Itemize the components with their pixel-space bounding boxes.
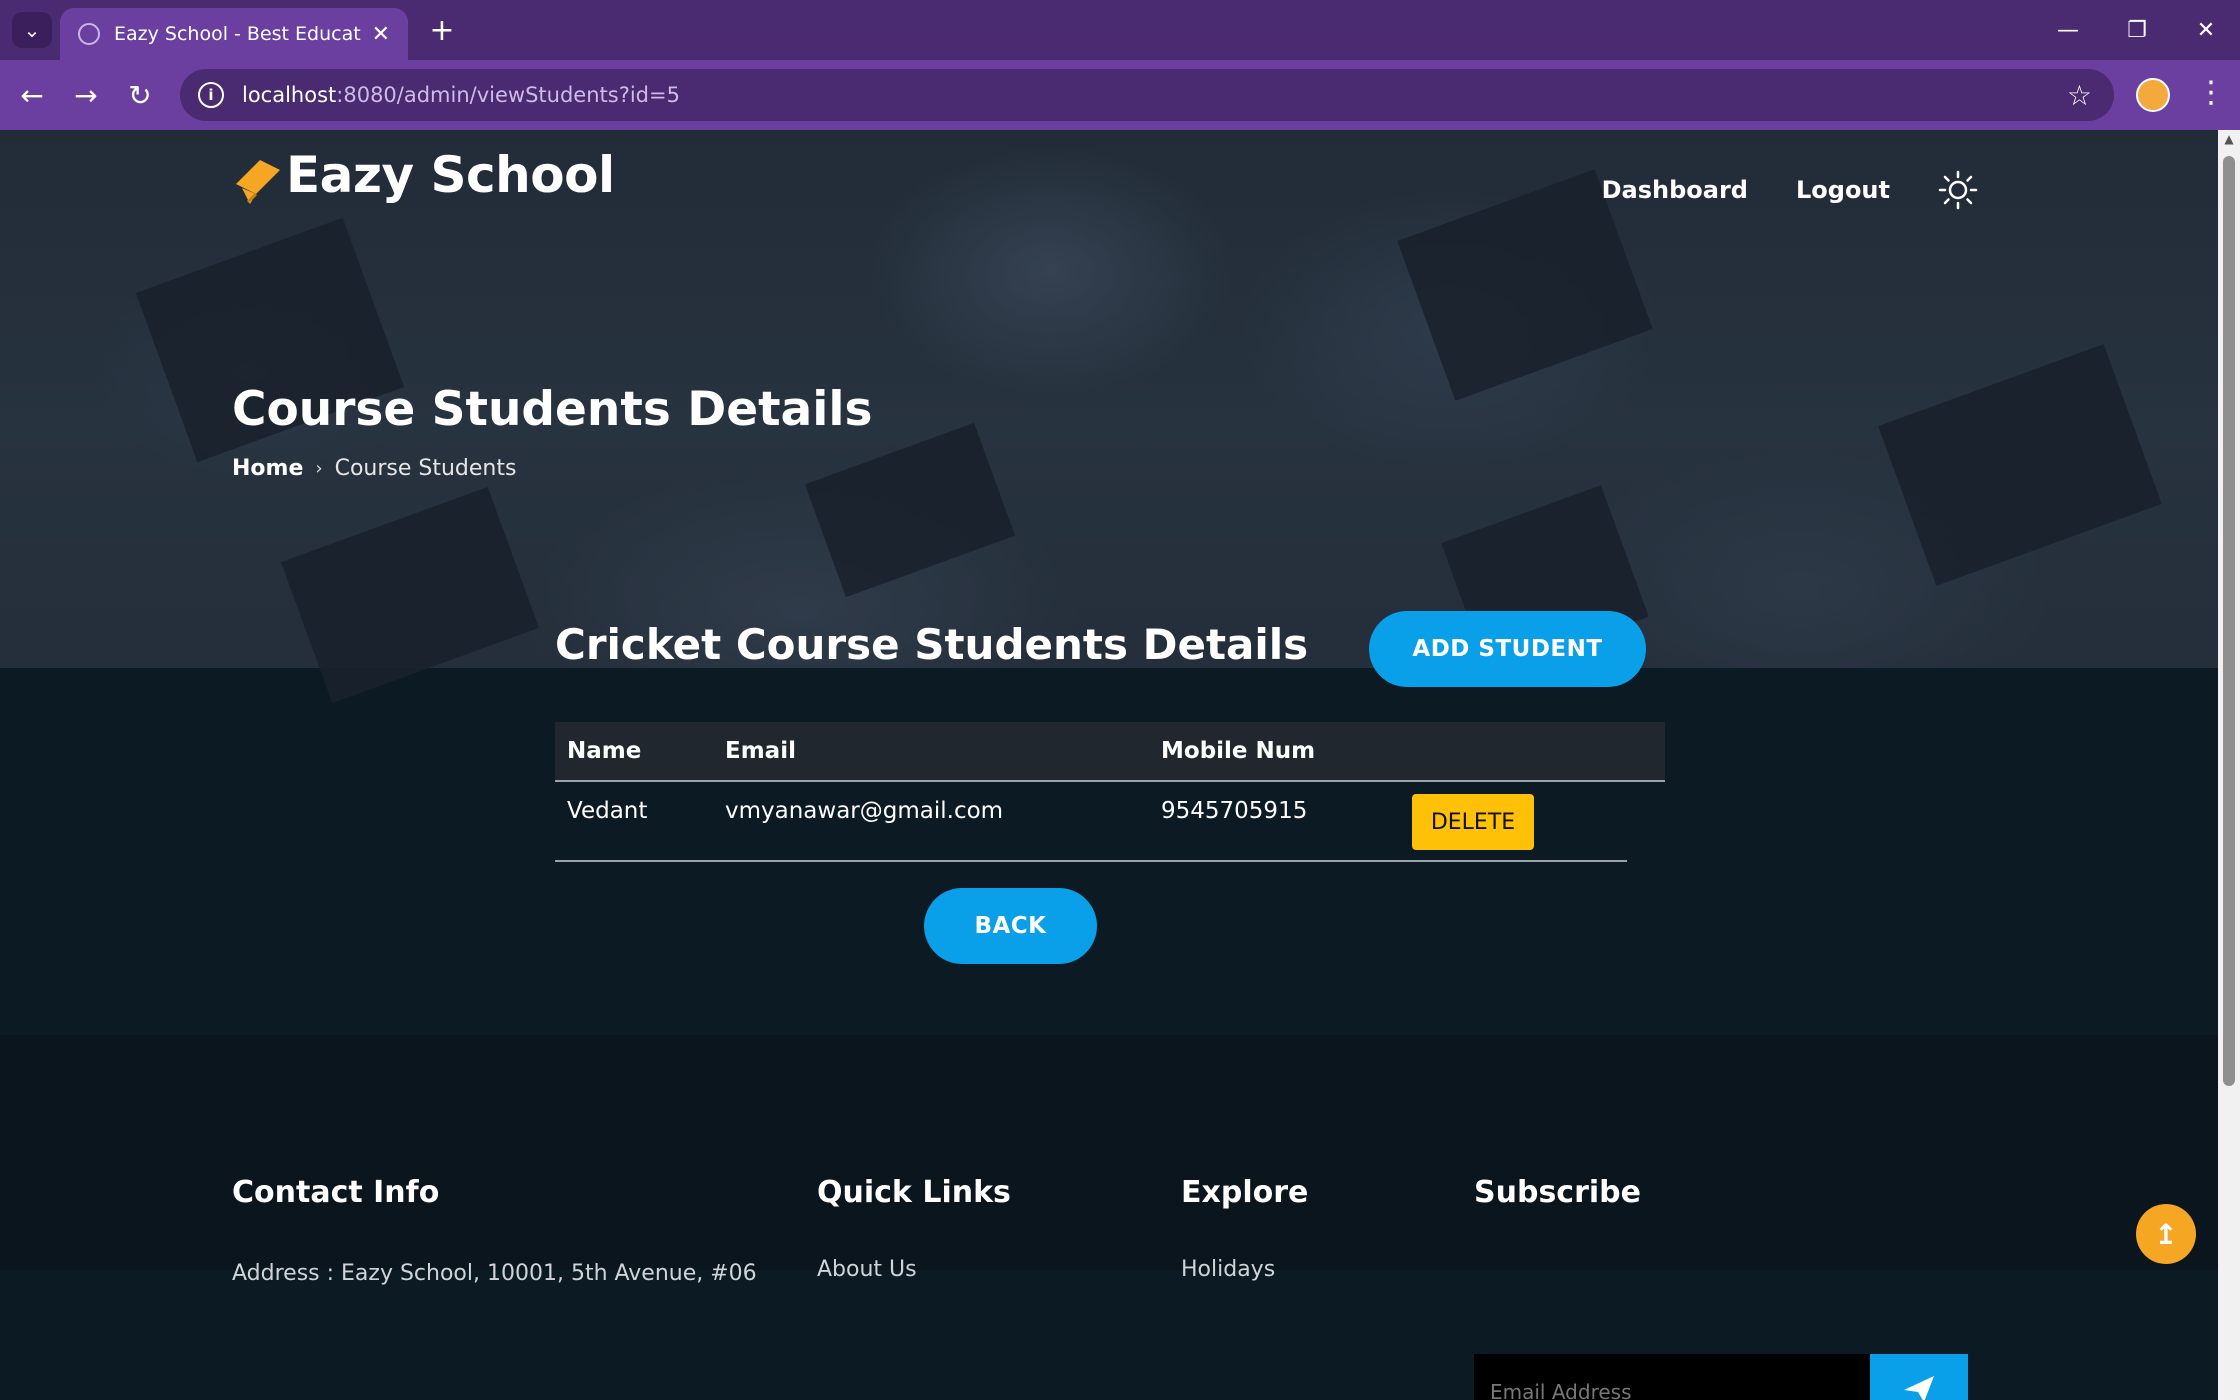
footer-about-us-link[interactable]: About Us [817, 1257, 917, 1282]
footer-subscribe-title: Subscribe [1474, 1175, 1641, 1210]
breadcrumb: Home › Course Students [232, 456, 516, 481]
delete-student-button[interactable]: DELETE [1412, 794, 1534, 850]
table-row: Vedant vmyanawar@gmail.com 9545705915 DE… [555, 782, 1627, 862]
back-button[interactable]: BACK [924, 888, 1097, 964]
breadcrumb-home-link[interactable]: Home [232, 456, 303, 481]
cell-name: Vedant [567, 798, 648, 824]
browser-tab-bar: ⌄ Eazy School - Best Educational Institu… [0, 0, 2240, 60]
scroll-up-icon[interactable]: ▲ [2223, 132, 2235, 146]
breadcrumb-current: Course Students [334, 456, 517, 481]
cell-email: vmyanawar@gmail.com [725, 798, 1004, 824]
minimize-icon[interactable]: — [2043, 10, 2093, 50]
page-title: Course Students Details [232, 382, 873, 437]
bookmark-star-icon[interactable]: ☆ [2067, 79, 2092, 112]
footer-quick-links-title: Quick Links [817, 1175, 1011, 1210]
close-window-icon[interactable]: ✕ [2181, 10, 2231, 50]
page-viewport: Eazy School Dashboard Logout Course Stud… [0, 130, 2218, 1400]
nav-dashboard-link[interactable]: Dashboard [1602, 176, 1748, 204]
scrollbar-thumb[interactable] [2223, 156, 2235, 1086]
reload-icon[interactable]: ↻ [120, 75, 160, 115]
tab-search-button[interactable]: ⌄ [12, 12, 52, 48]
page-scrollbar[interactable]: ▲ [2218, 130, 2240, 1400]
back-arrow-icon[interactable]: ← [12, 75, 52, 115]
browser-tab[interactable]: Eazy School - Best Educational Institute… [60, 8, 408, 60]
column-header-mobile: Mobile Num [1161, 738, 1316, 764]
add-student-button[interactable]: ADD STUDENT [1369, 611, 1646, 687]
top-navigation: Dashboard Logout [1602, 170, 1978, 210]
cell-action: DELETE [1412, 794, 1534, 850]
nav-logout-link[interactable]: Logout [1796, 176, 1890, 204]
tab-favicon-icon [78, 23, 100, 45]
section-title: Cricket Course Students Details [555, 620, 1309, 669]
tab-close-icon[interactable]: ✕ [372, 22, 390, 47]
footer-explore-title: Explore [1181, 1175, 1309, 1210]
browser-menu-icon[interactable]: ⋮ [2196, 75, 2226, 110]
students-table: Name Email Mobile Num Vedant vmyanawar@g… [555, 722, 1665, 862]
subscribe-email-input[interactable]: Email Address [1474, 1354, 1870, 1400]
logo-text: Eazy School [286, 146, 615, 204]
arrow-up-icon: ↥ [2154, 1217, 2178, 1251]
footer-address: Address : Eazy School, 10001, 5th Avenue… [232, 1261, 757, 1286]
column-header-name: Name [567, 738, 642, 764]
cell-mobile: 9545705915 [1161, 798, 1308, 824]
forward-arrow-icon[interactable]: → [66, 75, 106, 115]
chevron-right-icon: › [315, 458, 323, 479]
tab-title: Eazy School - Best Educational Institute [114, 23, 362, 45]
browser-toolbar: ← → ↻ i localhost:8080/admin/viewStudent… [0, 60, 2240, 130]
restore-icon[interactable]: ❐ [2112, 10, 2162, 50]
url-host: localhost [242, 83, 337, 107]
footer-contact-title: Contact Info [232, 1175, 440, 1210]
hero-banner: Eazy School Dashboard Logout Course Stud… [0, 130, 2218, 704]
column-header-email: Email [725, 738, 796, 764]
profile-avatar[interactable] [2136, 78, 2170, 112]
site-info-icon[interactable]: i [198, 82, 224, 108]
footer: Contact Info Address : Eazy School, 1000… [0, 1035, 2218, 1286]
url-path: :8080/admin/viewStudents?id=5 [336, 83, 680, 107]
footer-holidays-link[interactable]: Holidays [1181, 1257, 1275, 1282]
new-tab-button[interactable]: + [424, 12, 460, 48]
paper-plane-icon [1904, 1376, 1934, 1400]
subscribe-send-button[interactable] [1870, 1354, 1968, 1400]
site-logo[interactable]: Eazy School [232, 144, 615, 206]
graduation-cap-icon [236, 160, 280, 204]
scroll-to-top-button[interactable]: ↥ [2136, 1204, 2196, 1264]
address-bar[interactable]: i localhost:8080/admin/viewStudents?id=5… [180, 69, 2114, 121]
sun-theme-toggle-icon[interactable] [1938, 170, 1978, 210]
table-header: Name Email Mobile Num [555, 722, 1665, 782]
